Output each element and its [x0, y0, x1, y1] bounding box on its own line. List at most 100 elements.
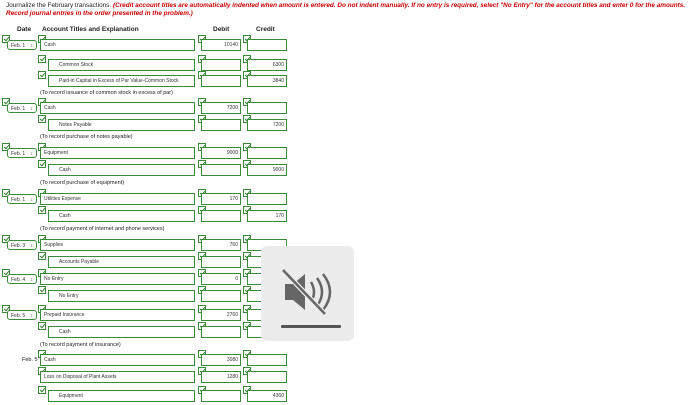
date-select[interactable]: Feb. 1 ↕	[7, 40, 37, 50]
debit-input[interactable]: 10140	[201, 39, 241, 51]
debit-input[interactable]: 7200	[201, 102, 241, 114]
account-value: Supplies	[44, 242, 64, 248]
credit-input[interactable]	[247, 102, 287, 114]
date-select[interactable]: Feb. 1 ↕	[7, 194, 37, 204]
check-icon	[38, 386, 46, 394]
debit-input[interactable]: 9000	[201, 147, 241, 159]
credit-input[interactable]	[247, 371, 287, 383]
account-value: Notes Payable	[59, 122, 92, 128]
debit-input[interactable]	[201, 326, 241, 338]
journal-row: Feb. 5 Cash 3080	[0, 350, 700, 368]
account-input[interactable]: No Entry	[40, 273, 195, 285]
account-input[interactable]: Cash	[40, 39, 195, 51]
account-input[interactable]: Cash	[40, 102, 195, 114]
header-credit: Credit	[256, 26, 275, 33]
account-input[interactable]: Common Stock	[48, 59, 195, 71]
account-value: Accounts Payable	[59, 259, 100, 265]
debit-input[interactable]: 170	[201, 193, 241, 205]
account-input[interactable]: Cash	[48, 164, 195, 176]
account-value: Cash	[59, 167, 71, 173]
account-value: Prepaid Insurance	[44, 312, 85, 318]
credit-input[interactable]	[247, 39, 287, 51]
journal-row: Loss on Disposal of Plant Assets 1280	[0, 367, 700, 385]
chevron-updown-icon: ↕	[30, 106, 34, 112]
account-value: No Entry	[44, 276, 64, 282]
credit-input[interactable]: 9000	[247, 164, 287, 176]
account-input[interactable]: Supplies	[40, 239, 195, 251]
speaker-muted-icon	[281, 268, 332, 316]
chevron-updown-icon: ↕	[30, 151, 34, 157]
account-input[interactable]: Prepaid Insurance	[40, 309, 195, 321]
account-value: Cash	[59, 329, 71, 335]
debit-input[interactable]	[201, 256, 241, 268]
debit-input[interactable]: 1280	[201, 371, 241, 383]
credit-input[interactable]	[247, 354, 287, 366]
chevron-updown-icon: ↕	[30, 313, 34, 319]
account-value: Common Stock	[59, 62, 94, 68]
debit-input[interactable]	[201, 119, 241, 131]
account-input[interactable]: Equipment	[40, 147, 195, 159]
account-value: No Entry	[59, 293, 79, 299]
debit-input[interactable]	[201, 210, 241, 222]
debit-input[interactable]	[201, 390, 241, 402]
account-input[interactable]: Notes Payable	[48, 119, 195, 131]
credit-input[interactable]: 6300	[247, 59, 287, 71]
date-select[interactable]: Feb. 5 ↕	[7, 310, 37, 320]
account-value: Loss on Disposal of Plant Assets	[44, 374, 117, 380]
date-select[interactable]: Feb. 1 ↕	[7, 103, 37, 113]
audio-volume-bar[interactable]	[281, 325, 341, 328]
header-debit: Debit	[213, 26, 230, 33]
debit-input[interactable]: 3080	[201, 354, 241, 366]
credit-input[interactable]	[247, 193, 287, 205]
journal-row: Feb. 1 ↕ Cash 7200	[0, 98, 700, 116]
account-value: Equipment	[44, 150, 68, 156]
date-value: Feb. 5	[11, 313, 26, 319]
credit-input[interactable]	[247, 147, 287, 159]
account-value: Cash	[59, 213, 71, 219]
debit-input[interactable]: 0	[201, 273, 241, 285]
account-value: Cash	[44, 42, 56, 48]
check-icon	[38, 206, 46, 214]
account-input[interactable]: Accounts Payable	[48, 256, 195, 268]
account-input[interactable]: Paid-in Capital in Excess of Par Value-C…	[48, 75, 195, 87]
debit-input[interactable]	[201, 290, 241, 302]
check-icon	[38, 286, 46, 294]
date-select[interactable]: Feb. 1 ↕	[7, 148, 37, 158]
credit-input[interactable]: 3840	[247, 75, 287, 87]
instructions-lead: Journalize the February transactions.	[6, 2, 112, 9]
audio-overlay[interactable]	[261, 246, 354, 341]
account-input[interactable]: Cash	[40, 354, 195, 366]
instructions: Journalize the February transactions. (C…	[6, 2, 696, 18]
account-input[interactable]: Cash	[48, 326, 195, 338]
credit-input[interactable]: 7200	[247, 119, 287, 131]
debit-input[interactable]: 760	[201, 239, 241, 251]
account-input[interactable]: Equipment	[48, 390, 195, 402]
check-icon	[38, 160, 46, 168]
credit-input[interactable]: 170	[247, 210, 287, 222]
date-select[interactable]: Feb. 4 ↕	[7, 274, 37, 284]
entry-explanation: (To record purchase of notes payable)	[40, 134, 133, 140]
check-icon	[38, 322, 46, 330]
account-input[interactable]: Cash	[48, 210, 195, 222]
account-input[interactable]: Loss on Disposal of Plant Assets	[40, 371, 195, 383]
header-account: Account Titles and Explanation	[42, 26, 139, 33]
account-input[interactable]: Utilities Expense	[40, 193, 195, 205]
chevron-updown-icon: ↕	[30, 243, 34, 249]
entry-explanation: (To record payment of internet and phone…	[40, 226, 165, 232]
journal-row: Common Stock 6300	[0, 55, 700, 73]
journal-row: Cash 9000	[0, 160, 700, 178]
date-select[interactable]: Feb. 3 ↕	[7, 240, 37, 250]
account-value: Paid-in Capital in Excess of Par Value-C…	[59, 78, 179, 84]
account-input[interactable]: No Entry	[48, 290, 195, 302]
debit-input[interactable]	[201, 164, 241, 176]
debit-input[interactable]	[201, 59, 241, 71]
debit-input[interactable]	[201, 75, 241, 87]
journal-row: Feb. 1 ↕ Equipment 9000	[0, 143, 700, 161]
journal-row: Equipment 4360	[0, 386, 700, 404]
credit-input[interactable]: 4360	[247, 390, 287, 402]
debit-input[interactable]: 2760	[201, 309, 241, 321]
date-value: Feb. 4	[11, 277, 26, 283]
chevron-updown-icon: ↕	[30, 43, 34, 49]
chevron-updown-icon: ↕	[30, 277, 34, 283]
journal-row: Feb. 1 ↕ Cash 10140	[0, 35, 700, 53]
